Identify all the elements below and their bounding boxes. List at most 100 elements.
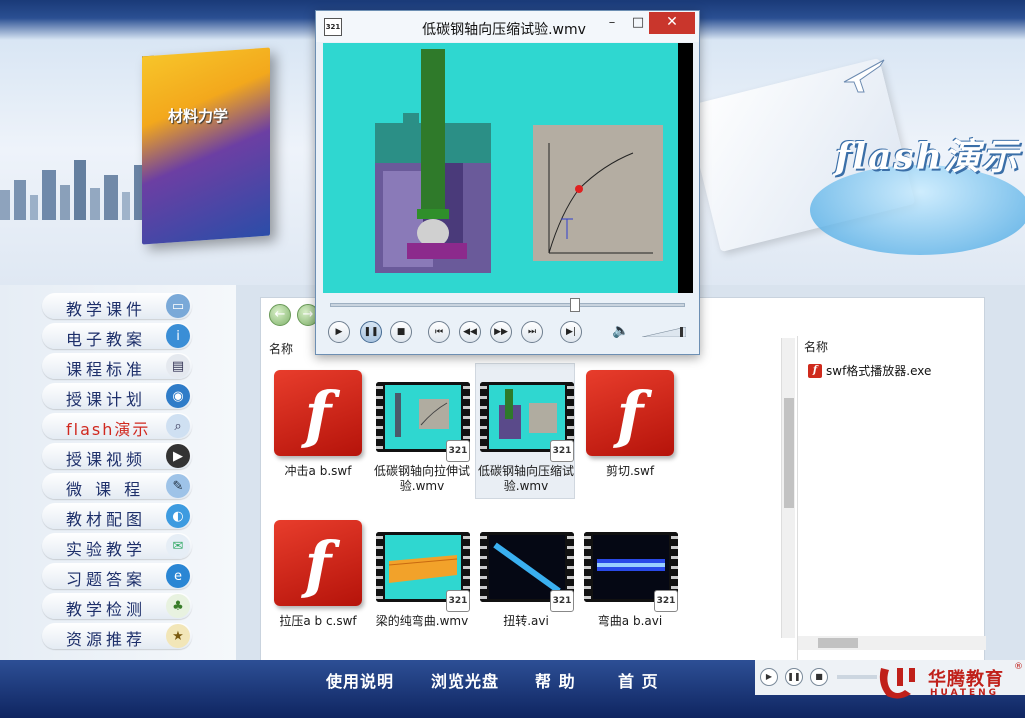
fast-forward-button[interactable]: ▶▶ bbox=[490, 321, 512, 343]
sidebar-item-lecture-video[interactable]: 授课视频 ▶ bbox=[42, 443, 192, 469]
video-display[interactable] bbox=[323, 43, 693, 293]
file-name: 低碳钢轴向压缩试验.wmv bbox=[477, 464, 574, 493]
sidebar-item-course-standard[interactable]: 课程标准 ▤ bbox=[42, 353, 192, 379]
horizontal-scrollbar[interactable] bbox=[798, 636, 986, 650]
list-item[interactable]: f swf格式播放器.exe bbox=[808, 362, 931, 379]
textbook-cover-image bbox=[142, 47, 270, 245]
mini-seek-bar[interactable] bbox=[837, 675, 877, 679]
mini-stop-button[interactable]: ■ bbox=[810, 668, 828, 686]
sidebar-item-courseware[interactable]: 教学课件 ▭ bbox=[42, 293, 192, 319]
sidebar-item-e-lesson-plan[interactable]: 电子教案 i bbox=[42, 323, 192, 349]
window-title: 低碳钢轴向压缩试验.wmv bbox=[422, 22, 586, 38]
help-link[interactable]: 帮 助 bbox=[535, 668, 576, 692]
close-button[interactable]: ✕ bbox=[649, 12, 695, 34]
info-icon: i bbox=[166, 324, 190, 348]
flash-file-icon: f bbox=[274, 370, 362, 456]
maximize-button[interactable]: □ bbox=[624, 13, 652, 35]
sidebar-item-label: 习题答案 bbox=[66, 570, 147, 589]
file-tile[interactable]: f 剪切.swf bbox=[579, 363, 679, 499]
instructions-link[interactable]: 使用说明 bbox=[326, 668, 394, 692]
sidebar-menu: 教学课件 ▭ 电子教案 i 课程标准 ▤ 授课计划 ◉ flash演示 ⌕ 授课… bbox=[0, 285, 236, 660]
compression-test-animation bbox=[323, 43, 678, 293]
stop-button[interactable]: ■ bbox=[390, 321, 412, 343]
home-link[interactable]: 首 页 bbox=[618, 668, 659, 692]
scrollbar-thumb[interactable] bbox=[818, 638, 858, 648]
sidebar-item-micro-course[interactable]: 微 课 程 ✎ bbox=[42, 473, 192, 499]
sidebar-item-lab-teaching[interactable]: 实验教学 ✉ bbox=[42, 533, 192, 559]
media-player-badge-icon: 321 bbox=[446, 440, 470, 462]
pause-button[interactable]: ❚❚ bbox=[360, 321, 382, 343]
file-name: swf格式播放器.exe bbox=[826, 364, 932, 378]
minimize-button[interactable]: – bbox=[598, 13, 626, 35]
file-name: 冲击a b.swf bbox=[284, 464, 352, 478]
sidebar-item-label: 教学课件 bbox=[66, 300, 147, 319]
frame-step-button[interactable]: ▶| bbox=[560, 321, 582, 343]
magnifier-icon: ⌕ bbox=[166, 414, 190, 438]
file-name: 低碳钢轴向拉伸试验.wmv bbox=[373, 464, 470, 493]
film-icon: ▶ bbox=[166, 444, 190, 468]
huateng-logo-icon bbox=[879, 668, 915, 699]
previous-button[interactable]: ⏮ bbox=[428, 321, 450, 343]
image-icon: ◐ bbox=[166, 504, 190, 528]
media-player-window: 321 低碳钢轴向压缩试验.wmv – □ ✕ ▶ ❚❚ ■ ⏮ ◀◀ ▶▶ ⏭… bbox=[315, 10, 700, 355]
sidebar-item-label: 微 课 程 bbox=[66, 480, 145, 499]
next-button[interactable]: ⏭ bbox=[521, 321, 543, 343]
media-player-badge-icon: 321 bbox=[550, 440, 574, 462]
pen-icon: ✎ bbox=[166, 474, 190, 498]
sidebar-item-label: 课程标准 bbox=[66, 360, 147, 379]
file-tile-selected[interactable]: 321 低碳钢轴向压缩试验.wmv bbox=[475, 363, 575, 499]
flash-file-icon: f bbox=[808, 363, 822, 378]
volume-slider[interactable] bbox=[642, 327, 686, 337]
file-grid: f 冲击a b.swf 321 低碳钢轴向拉伸试验.wmv 321 低碳钢轴向压… bbox=[267, 363, 777, 663]
media-player-badge-icon: 321 bbox=[550, 590, 574, 612]
sidebar-item-teaching-test[interactable]: 教学检测 ♣ bbox=[42, 593, 192, 619]
flash-file-icon: f bbox=[274, 520, 362, 606]
column-header-name[interactable]: 名称 bbox=[269, 340, 293, 357]
book-title: 材料力学 bbox=[168, 107, 229, 125]
column-header-name[interactable]: 名称 bbox=[804, 338, 828, 355]
file-tile[interactable]: f 冲击a b.swf bbox=[267, 363, 367, 499]
vertical-scrollbar[interactable] bbox=[781, 338, 795, 638]
rewind-button[interactable]: ◀◀ bbox=[459, 321, 481, 343]
file-name: 梁的纯弯曲.wmv bbox=[375, 614, 469, 628]
file-tile[interactable]: 321 梁的纯弯曲.wmv bbox=[371, 513, 471, 649]
airplane-icon bbox=[843, 59, 885, 93]
globe-icon: ◉ bbox=[166, 384, 190, 408]
mini-play-button[interactable]: ▶ bbox=[760, 668, 778, 686]
sidebar-item-textbook-figures[interactable]: 教材配图 ◐ bbox=[42, 503, 192, 529]
mini-pause-button[interactable]: ❚❚ bbox=[785, 668, 803, 686]
registered-mark: ® bbox=[1014, 662, 1023, 672]
monitor-icon: ▭ bbox=[166, 294, 190, 318]
sidebar-item-label: 实验教学 bbox=[66, 540, 147, 559]
file-name: 弯曲a b.avi bbox=[597, 614, 663, 628]
ie-icon: e bbox=[166, 564, 190, 588]
flash-file-icon: f bbox=[586, 370, 674, 456]
sidebar-item-label: 授课计划 bbox=[66, 390, 147, 409]
seek-bar[interactable] bbox=[330, 298, 685, 312]
app-icon: 321 bbox=[324, 18, 342, 36]
file-tile[interactable]: 321 弯曲a b.avi bbox=[579, 513, 679, 649]
window-titlebar[interactable]: 321 低碳钢轴向压缩试验.wmv – □ ✕ bbox=[316, 11, 699, 42]
sidebar-item-resource-recommend[interactable]: 资源推荐 ★ bbox=[42, 623, 192, 649]
sidebar-item-label: flash演示 bbox=[66, 420, 151, 439]
sidebar-item-teaching-plan[interactable]: 授课计划 ◉ bbox=[42, 383, 192, 409]
file-tile[interactable]: f 拉压a b c.swf bbox=[267, 513, 367, 649]
file-tile[interactable]: 321 扭转.avi bbox=[475, 513, 575, 649]
recommend-icon: ★ bbox=[166, 624, 190, 648]
play-button[interactable]: ▶ bbox=[328, 321, 350, 343]
file-name: 拉压a b c.swf bbox=[279, 614, 357, 628]
seek-thumb[interactable] bbox=[570, 298, 580, 312]
sidebar-item-exercise-answers[interactable]: 习题答案 e bbox=[42, 563, 192, 589]
sidebar-item-flash-demo[interactable]: flash演示 ⌕ bbox=[42, 413, 192, 439]
back-arrow-icon[interactable]: ← bbox=[269, 304, 291, 326]
scrollbar-thumb[interactable] bbox=[784, 398, 794, 508]
file-tile[interactable]: 321 低碳钢轴向拉伸试验.wmv bbox=[371, 363, 471, 499]
sidebar-item-label: 电子教案 bbox=[66, 330, 147, 349]
mail-icon: ✉ bbox=[166, 534, 190, 558]
bottom-navigation: 使用说明 浏览光盘 帮 助 首 页 ▶ ❚❚ ■ bbox=[0, 660, 1025, 718]
sidebar-item-label: 教材配图 bbox=[66, 510, 147, 529]
browse-disc-link[interactable]: 浏览光盘 bbox=[431, 668, 499, 692]
brand-name-en: HUATENG bbox=[930, 688, 1000, 698]
speaker-icon[interactable]: 🔈 bbox=[612, 323, 632, 341]
media-player-badge-icon: 321 bbox=[654, 590, 678, 612]
